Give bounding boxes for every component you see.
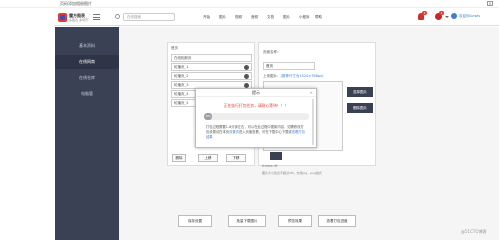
settings-link[interactable]: 设置页 [229, 130, 239, 134]
list-item-label: 轮播页_4 [174, 92, 189, 96]
close-icon[interactable]: × [487, 1, 493, 6]
delete-icon[interactable] [244, 74, 249, 79]
page-name-input[interactable]: 首页 [263, 62, 315, 70]
logo-icon [58, 13, 67, 22]
delete-button[interactable]: 删除 [172, 154, 186, 162]
list-item-label: 轮播页_2 [174, 74, 189, 78]
confirm-button[interactable] [270, 152, 282, 160]
upload-tip: 图片大小建议不超过1M，支持jpg、png格式 [262, 171, 322, 175]
list-item[interactable]: 轮播页_1 [171, 63, 252, 71]
page-list-title: 首页 [171, 46, 178, 50]
list-item[interactable]: 轮播页_2 [171, 72, 252, 80]
nav-item[interactable]: 图片 [219, 15, 235, 20]
nav-item[interactable]: 小程序 [299, 15, 315, 20]
view-progress-button[interactable]: 查看打包进度 [318, 215, 356, 227]
note-text-tail: 进入页面查看，可在下载中心下载或 [238, 130, 292, 134]
app-logo[interactable]: 魔方图表 多图表·多场景 [58, 13, 88, 22]
chevron-down-icon[interactable] [445, 16, 449, 18]
list-item-label: 轮播页_1 [174, 65, 189, 69]
image-filename: frame.rtf [262, 164, 278, 168]
top-nav: 开始 图片 视频 音频 文档 图片 小程序 帮助 [203, 15, 331, 20]
sidebar-item-pc[interactable]: 电脑管 [55, 87, 119, 101]
list-item-label: 轮播页_3 [174, 83, 189, 87]
message-badge: 4 [439, 11, 444, 15]
scrollbar[interactable] [312, 99, 314, 145]
page-name-label: 页面名称： [263, 50, 281, 54]
nav-item[interactable]: 视频 [235, 15, 251, 20]
watermark: @51CTO博客 [461, 229, 487, 234]
sidebar-item-warehouse[interactable]: 在线仓库 [55, 71, 119, 85]
sidebar-item-online-shop[interactable]: 在线网商 [55, 55, 119, 69]
nav-item[interactable]: 开始 [203, 15, 219, 20]
search-input[interactable]: 在线搜索 [123, 13, 175, 21]
upload-label: 上传图片：(推荐尺寸为1024×768px) [263, 74, 324, 79]
user-avatar-icon[interactable] [451, 13, 457, 19]
search-icon [115, 14, 120, 19]
move-up-button[interactable]: 上移 [198, 154, 218, 162]
nav-item[interactable]: 文档 [267, 15, 283, 20]
delete-icon[interactable] [244, 65, 249, 70]
sidebar: 基本资料 在线网商 在线仓库 电脑管 [55, 27, 119, 240]
list-item[interactable]: 在线相册页 [171, 54, 252, 62]
window-title: 页码添加相册图片 [60, 1, 92, 6]
window-titlebar: 页码添加相册图片 × [0, 0, 499, 8]
nav-item[interactable]: 帮助 [315, 15, 331, 20]
upload-size-hint: (推荐尺寸为1024×768px) [280, 74, 324, 78]
select-image-button[interactable]: 选择图片 [347, 87, 373, 97]
dialog-warning: 正在执行打包任务，请耐心等待！！！ [223, 103, 289, 108]
dialog-note: 打包过程需要1-6分钟左右，可以在此过程中更新内容，如需修改打包设置请在本页设置… [206, 125, 306, 140]
save-settings-button[interactable]: 保存设置 [178, 215, 212, 227]
batch-download-button[interactable]: 批量下载图片 [228, 215, 266, 227]
sidebar-item-basic-info[interactable]: 基本资料 [55, 39, 119, 53]
menu-icon[interactable] [93, 14, 100, 20]
packing-progress-dialog: 提示 × 正在执行打包任务，请耐心等待！！！ 8% 打包过程需要1-6分钟左右，… [195, 88, 317, 148]
upload-label-text: 上传图片： [263, 74, 281, 78]
close-icon[interactable]: × [310, 90, 313, 95]
dialog-title: 提示 [196, 89, 316, 97]
delete-image-button[interactable]: 删除图片 [347, 103, 373, 113]
list-item-label: 在线相册页 [174, 56, 192, 60]
move-down-button[interactable]: 下移 [226, 154, 246, 162]
progress-label: 8% [206, 114, 211, 118]
user-name-link[interactable]: 欢迎你ILewis [459, 14, 480, 19]
preview-button[interactable]: 预览效果 [278, 215, 312, 227]
top-navbar: 魔方图表 多图表·多场景 在线搜索 开始 图片 视频 音频 文档 图片 小程序 … [55, 9, 499, 26]
logo-subtitle: 多图表·多场景 [69, 18, 88, 22]
nav-item[interactable]: 图片 [283, 15, 299, 20]
notification-badge: 3 [422, 11, 427, 15]
progress-bar: 8% [204, 113, 309, 120]
list-item-label: 轮播页_5 [174, 101, 189, 105]
nav-item[interactable]: 音频 [251, 15, 267, 20]
